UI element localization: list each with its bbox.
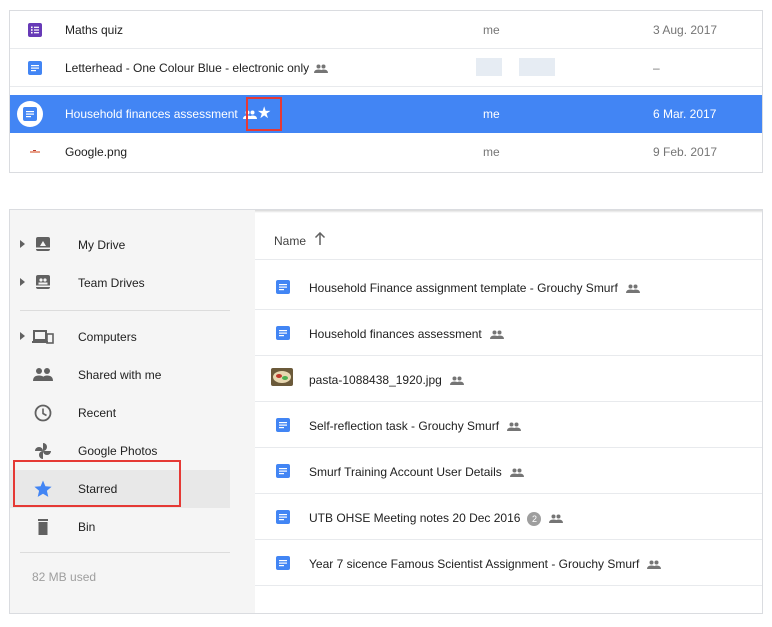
file-row-selected[interactable]: Household finances assessment ★ me 6 Mar… <box>10 95 762 133</box>
sidebar-item-my-drive[interactable]: My Drive <box>10 226 230 264</box>
sidebar-item-bin[interactable]: Bin <box>10 508 230 546</box>
file-name: Self-reflection task - Grouchy Smurf <box>309 419 522 433</box>
sidebar-divider <box>20 552 230 553</box>
file-owner: me <box>483 23 500 37</box>
shared-people-icon <box>647 560 662 569</box>
trash-icon <box>38 519 48 535</box>
expand-arrow-icon[interactable] <box>20 240 25 248</box>
drive-icon <box>36 237 50 251</box>
file-date: 6 Mar. 2017 <box>653 107 717 121</box>
sidebar-item-label: Recent <box>78 406 117 420</box>
sidebar: My Drive Team Drives Computers Shared wi… <box>10 210 255 613</box>
file-owner: me <box>483 107 500 121</box>
sidebar-item-label: Computers <box>78 330 137 344</box>
file-name: pasta-1088438_1920.jpg <box>309 373 464 387</box>
shared-people-icon <box>489 330 504 339</box>
people-icon <box>33 368 53 381</box>
doc-icon <box>276 280 290 294</box>
sidebar-item-label: Team Drives <box>78 276 145 290</box>
starred-highlight-box <box>13 460 181 507</box>
file-row[interactable]: Household finances assessment <box>255 310 762 356</box>
file-name: Google.png <box>65 145 128 159</box>
drive-window: My Drive Team Drives Computers Shared wi… <box>9 209 763 614</box>
sidebar-item-shared-with-me[interactable]: Shared with me <box>10 356 230 394</box>
sidebar-divider <box>20 310 230 311</box>
shared-people-icon <box>549 514 564 523</box>
clock-icon <box>34 404 52 422</box>
file-name: Household finances assessment <box>309 327 504 341</box>
doc-icon <box>276 464 290 478</box>
file-name: UTB OHSE Meeting notes 20 Dec 2016 2 <box>309 511 564 526</box>
form-icon <box>28 23 42 37</box>
file-name: Year 7 sicence Famous Scientist Assignme… <box>309 557 662 571</box>
name-column-label[interactable]: Name <box>274 234 306 248</box>
file-owner: me <box>483 145 500 159</box>
file-name: Maths quiz <box>65 23 124 37</box>
sidebar-item-label: Google Photos <box>78 444 158 458</box>
column-header[interactable]: Name <box>255 210 762 260</box>
starred-highlight[interactable]: ★ <box>246 97 282 131</box>
file-row[interactable]: Self-reflection task - Grouchy Smurf <box>255 402 762 448</box>
file-list: Name Household Finance assignment templa… <box>255 210 762 613</box>
sidebar-item-computers[interactable]: Computers <box>10 318 230 356</box>
file-name: Household finances assessment <box>65 107 257 121</box>
sidebar-item-label: My Drive <box>78 238 126 252</box>
shared-people-icon <box>314 64 329 73</box>
doc-icon <box>28 61 42 75</box>
doc-icon <box>276 326 290 340</box>
file-row[interactable]: Household Finance assignment template - … <box>255 264 762 310</box>
file-row[interactable]: UTB OHSE Meeting notes 20 Dec 2016 2 <box>255 494 762 540</box>
redacted-avatar <box>476 58 502 76</box>
storage-usage: 82 MB used <box>32 570 97 584</box>
file-row[interactable]: Google.png me 9 Feb. 2017 <box>10 133 762 171</box>
doc-icon <box>276 556 290 570</box>
version-count-badge: 2 <box>527 511 542 526</box>
file-date: 3 Aug. 2017 <box>653 23 718 37</box>
team-drives-icon <box>36 275 50 289</box>
file-date: 9 Feb. 2017 <box>653 145 718 159</box>
shared-people-icon <box>507 422 522 431</box>
expand-arrow-icon[interactable] <box>20 278 25 286</box>
star-icon[interactable]: ★ <box>257 104 271 124</box>
sidebar-item-label: Bin <box>78 520 96 534</box>
doc-icon <box>276 510 290 524</box>
shared-people-icon <box>509 468 524 477</box>
shared-people-icon <box>625 284 640 293</box>
recent-file-list: Maths quiz me 3 Aug. 2017 Letterhead - O… <box>9 10 763 173</box>
doc-icon <box>23 107 37 121</box>
file-row[interactable]: Maths quiz me 3 Aug. 2017 <box>10 11 762 49</box>
expand-arrow-icon[interactable] <box>20 332 25 340</box>
photos-pinwheel-icon <box>35 443 51 459</box>
sort-ascending-arrow-icon[interactable] <box>314 232 326 246</box>
file-name: Smurf Training Account User Details <box>309 465 524 479</box>
sidebar-item-recent[interactable]: Recent <box>10 394 230 432</box>
sidebar-item-team-drives[interactable]: Team Drives <box>10 264 230 302</box>
file-row[interactable]: pasta-1088438_1920.jpg <box>255 356 762 402</box>
file-name: Household Finance assignment template - … <box>309 281 640 295</box>
file-row[interactable]: Letterhead - One Colour Blue - electroni… <box>10 49 762 87</box>
file-date: – <box>653 61 660 75</box>
image-icon <box>30 150 40 153</box>
file-row[interactable]: Smurf Training Account User Details <box>255 448 762 494</box>
shared-people-icon <box>449 376 464 385</box>
redacted-owner <box>519 58 555 76</box>
sidebar-item-label: Shared with me <box>78 368 162 382</box>
file-row[interactable]: Year 7 sicence Famous Scientist Assignme… <box>255 540 762 586</box>
image-thumbnail <box>271 368 293 386</box>
file-name: Letterhead - One Colour Blue - electroni… <box>65 61 329 75</box>
computers-icon <box>32 330 54 344</box>
selection-avatar <box>17 101 43 127</box>
doc-icon <box>276 418 290 432</box>
